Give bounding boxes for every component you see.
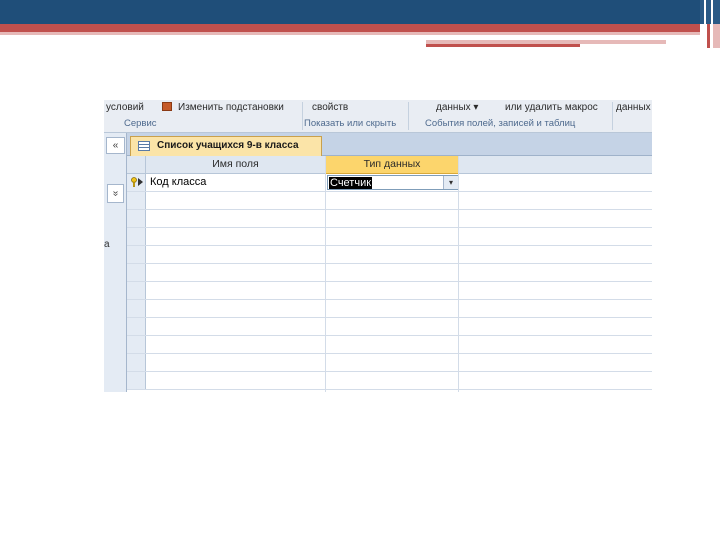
row-selector[interactable] [127, 372, 146, 389]
ribbon-group-events: События полей, записей и таблиц [425, 118, 576, 129]
data-type-select[interactable]: Счетчик ▾ [327, 175, 459, 190]
nav-partial-text: а [104, 239, 110, 250]
table-row[interactable]: Код класса Счетчик ▾ [127, 174, 652, 192]
slide-corner-accent-light [713, 24, 720, 48]
chevron-down-icon[interactable]: ▾ [443, 176, 458, 189]
column-divider [325, 156, 326, 392]
ribbon-item-conditions[interactable]: условий [106, 102, 144, 113]
row-selector[interactable] [127, 210, 146, 227]
table-row[interactable] [127, 336, 652, 354]
ribbon-item-rename-delete-macro[interactable]: или удалить макрос [505, 102, 598, 113]
slide-corner-accent [707, 24, 710, 48]
tab-table-design[interactable]: Список учащихся 9-в класса [130, 136, 322, 156]
row-selector[interactable] [127, 264, 146, 281]
row-selector[interactable] [127, 354, 146, 371]
table-row[interactable] [127, 210, 652, 228]
ribbon-group-show-hide: Показать или скрыть [304, 118, 397, 129]
access-screenshot: условий Изменить подстановки свойств дан… [104, 100, 652, 392]
ribbon-separator [408, 102, 409, 130]
ribbon-item-data-macros[interactable]: данных ▾ [436, 102, 478, 113]
data-type-value: Счетчик [329, 177, 373, 189]
table-row[interactable] [127, 228, 652, 246]
current-row-arrow-icon [138, 178, 143, 186]
tab-label: Список учащихся 9-в класса [157, 140, 299, 151]
ribbon-item-modify-lookups[interactable]: Изменить подстановки [178, 102, 284, 113]
slide-divider [704, 0, 706, 48]
row-selector[interactable] [127, 192, 146, 209]
row-selector[interactable] [127, 336, 146, 353]
row-selector[interactable] [127, 318, 146, 335]
row-selector[interactable] [127, 228, 146, 245]
column-header-description[interactable] [459, 156, 652, 174]
primary-key-icon [131, 177, 137, 187]
slide-divider [711, 0, 713, 48]
row-selector[interactable] [127, 282, 146, 299]
ribbon-group-tools: Сервис [124, 118, 157, 129]
slide-accent-line [0, 24, 700, 32]
slide-accent-line-light [0, 32, 700, 35]
table-row[interactable] [127, 300, 652, 318]
table-row[interactable] [127, 192, 652, 210]
ribbon: условий Изменить подстановки свойств дан… [104, 100, 652, 133]
table-row[interactable] [127, 372, 652, 390]
ribbon-item-properties[interactable]: свойств [312, 102, 348, 113]
nav-collapse-button[interactable]: « [106, 137, 125, 154]
design-grid: Имя поля Тип данных Код класса Счетчик ▾ [127, 156, 652, 392]
table-row[interactable] [127, 282, 652, 300]
column-header-field-name[interactable]: Имя поля [146, 156, 325, 174]
slide-top-band-corner [700, 0, 720, 24]
ribbon-separator [302, 102, 303, 130]
slide-short-accent [426, 44, 580, 47]
ribbon-item-data[interactable]: данных [616, 102, 651, 113]
table-icon [138, 141, 150, 151]
document-tab-bar: Список учащихся 9-в класса [127, 133, 652, 156]
lookup-icon [162, 102, 172, 111]
column-divider [458, 156, 459, 392]
row-selector[interactable] [127, 174, 146, 191]
nav-expand-button[interactable]: » [107, 184, 124, 203]
ribbon-separator [612, 102, 613, 130]
column-header-data-type[interactable]: Тип данных [326, 156, 458, 174]
field-name-cell[interactable]: Код класса [150, 174, 206, 191]
slide-top-band [0, 0, 700, 24]
select-all-cell[interactable] [127, 156, 146, 174]
table-row[interactable] [127, 354, 652, 372]
row-selector[interactable] [127, 300, 146, 317]
table-row[interactable] [127, 246, 652, 264]
row-selector[interactable] [127, 246, 146, 263]
table-row[interactable] [127, 318, 652, 336]
navigation-pane: « » а [104, 133, 127, 392]
table-row[interactable] [127, 264, 652, 282]
